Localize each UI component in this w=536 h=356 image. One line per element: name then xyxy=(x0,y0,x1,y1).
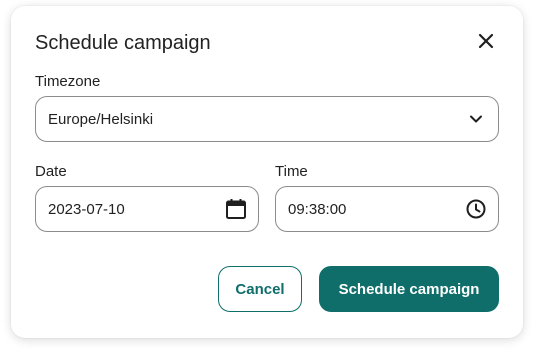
schedule-campaign-button[interactable]: Schedule campaign xyxy=(319,266,499,312)
date-field[interactable]: 2023-07-10 xyxy=(35,186,259,232)
timezone-label: Timezone xyxy=(35,73,101,90)
schedule-campaign-dialog: Schedule campaign Timezone Europe/Helsin… xyxy=(11,6,523,338)
close-icon xyxy=(478,33,494,54)
cancel-button[interactable]: Cancel xyxy=(218,266,302,312)
time-label: Time xyxy=(275,163,308,180)
clock-icon[interactable] xyxy=(464,197,488,221)
time-field[interactable]: 09:38:00 xyxy=(275,186,499,232)
date-value: 2023-07-10 xyxy=(48,200,125,218)
close-button[interactable] xyxy=(473,30,499,56)
timezone-select[interactable]: Europe/Helsinki xyxy=(35,96,499,142)
date-label: Date xyxy=(35,163,67,180)
dialog-title: Schedule campaign xyxy=(35,32,211,54)
calendar-icon[interactable] xyxy=(224,197,248,221)
timezone-value: Europe/Helsinki xyxy=(48,110,154,128)
time-value: 09:38:00 xyxy=(288,200,347,218)
chevron-down-icon xyxy=(464,107,488,131)
